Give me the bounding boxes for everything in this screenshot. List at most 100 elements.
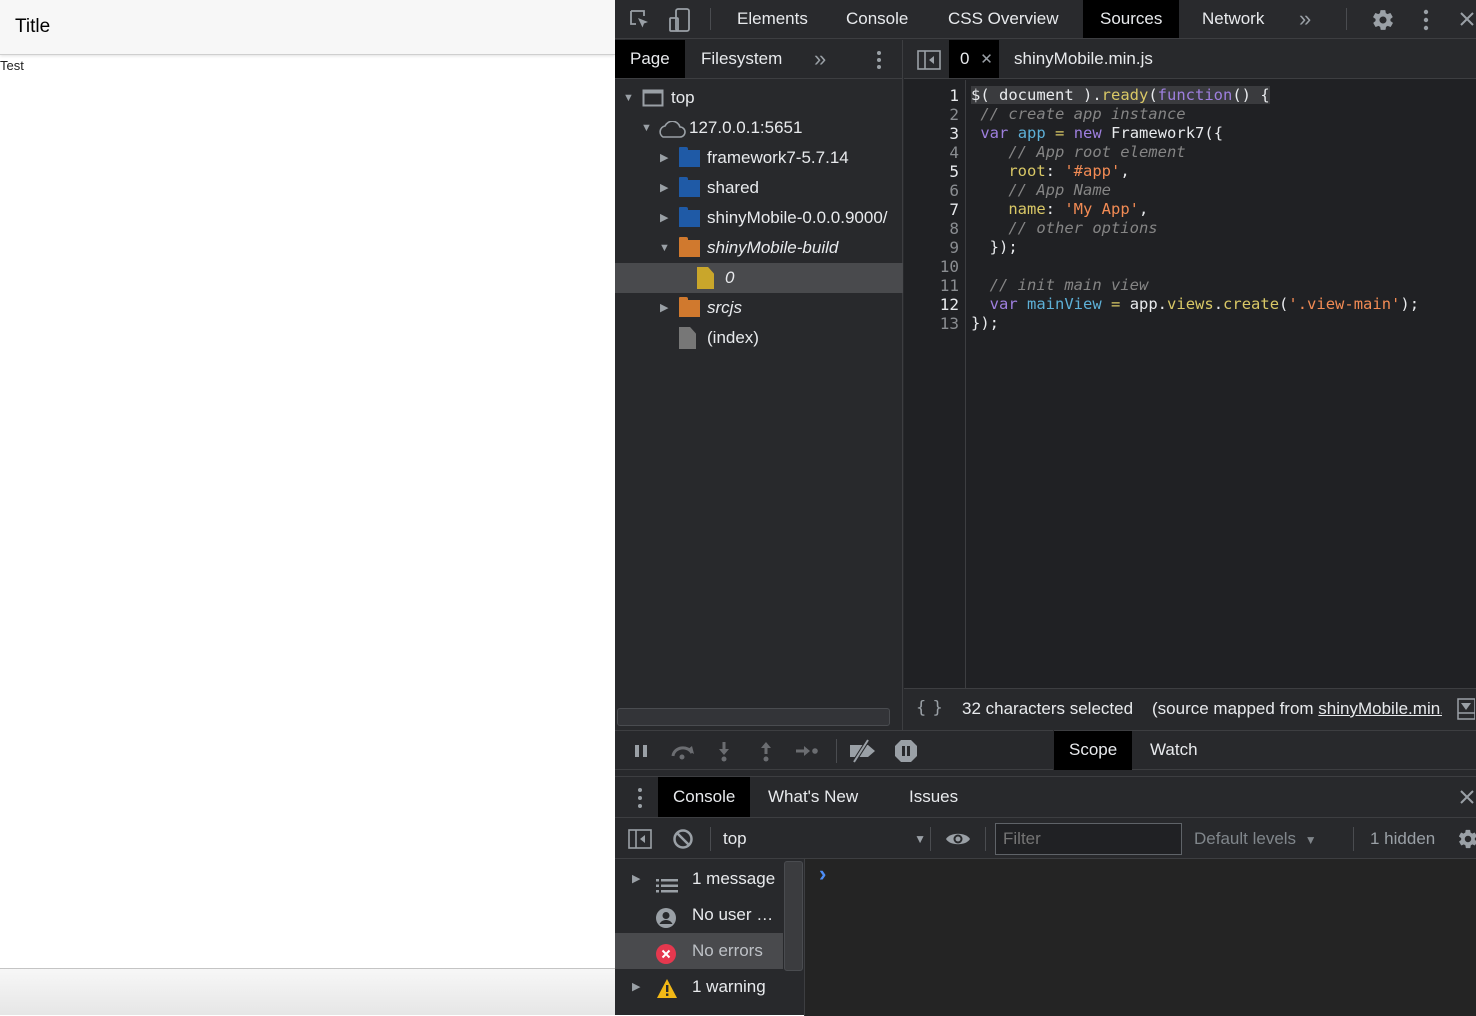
tab-elements[interactable]: Elements bbox=[720, 0, 825, 38]
context-selector[interactable]: top ▼ bbox=[723, 819, 926, 859]
expand-triangle-icon[interactable]: ▼ bbox=[659, 233, 670, 263]
line-number[interactable]: 12 bbox=[940, 295, 959, 314]
collapsed-triangle-icon[interactable]: ▶ bbox=[632, 861, 640, 897]
close-tab-icon[interactable]: ✕ bbox=[980, 51, 993, 68]
toggle-navigator-icon[interactable] bbox=[917, 49, 941, 71]
line-number[interactable]: 3 bbox=[949, 124, 959, 143]
tree-item-folder[interactable]: ▶ shared bbox=[615, 173, 903, 203]
collapsed-triangle-icon[interactable]: ▶ bbox=[660, 143, 668, 173]
log-levels-dropdown[interactable]: Default levels ▼ bbox=[1194, 819, 1317, 859]
collapsed-triangle-icon[interactable]: ▶ bbox=[632, 969, 640, 1005]
source-map-link[interactable]: shinyMobile.min.js bbox=[1318, 699, 1442, 718]
tab-scope[interactable]: Scope bbox=[1054, 731, 1133, 770]
tree-item-file[interactable]: (index) bbox=[615, 323, 903, 353]
tab-console[interactable]: Console bbox=[829, 0, 925, 38]
device-toolbar-icon[interactable] bbox=[669, 8, 691, 32]
pause-on-exceptions-icon[interactable] bbox=[894, 739, 918, 763]
tab-filesystem[interactable]: Filesystem bbox=[686, 40, 797, 78]
pause-icon[interactable] bbox=[633, 743, 649, 759]
deactivate-breakpoints-icon[interactable] bbox=[848, 738, 878, 764]
tab-css-overview[interactable]: CSS Overview bbox=[931, 0, 1076, 38]
pretty-print-icon[interactable]: { } bbox=[916, 698, 943, 718]
line-number[interactable]: 2 bbox=[949, 105, 959, 124]
live-expression-eye-icon[interactable] bbox=[945, 829, 971, 849]
console-sidebar-item-user[interactable]: No user … bbox=[615, 897, 783, 933]
console-settings-gear-icon[interactable] bbox=[1457, 828, 1476, 850]
app-page: Title Test bbox=[0, 0, 615, 1015]
navigator-menu-icon[interactable] bbox=[873, 50, 885, 70]
console-sidebar-item-errors[interactable]: No errors bbox=[615, 933, 783, 969]
tab-watch[interactable]: Watch bbox=[1135, 731, 1213, 769]
line-number[interactable]: 11 bbox=[940, 276, 959, 295]
page-content-text: Test bbox=[0, 58, 24, 73]
line-number-gutter: 1 2 3 4 5 6 7 8 9 10 11 12 13 bbox=[904, 80, 966, 688]
tree-item-file[interactable]: 0 bbox=[615, 263, 903, 293]
tree-item-folder[interactable]: ▶ shinyMobile-0.0.0.9000/ bbox=[615, 203, 903, 233]
tab-sources[interactable]: Sources bbox=[1083, 0, 1180, 38]
toolbar-divider bbox=[710, 8, 711, 30]
inspect-element-icon[interactable] bbox=[629, 9, 651, 31]
console-sidebar-scrollbar[interactable] bbox=[784, 861, 803, 971]
collapsed-triangle-icon[interactable]: ▶ bbox=[660, 293, 668, 323]
line-number[interactable]: 4 bbox=[949, 143, 959, 162]
line-number[interactable]: 10 bbox=[940, 257, 959, 276]
devtools-main-toolbar: Elements Console CSS Overview Sources Ne… bbox=[615, 0, 1476, 39]
console-output[interactable]: › bbox=[805, 859, 1476, 1016]
close-drawer-icon[interactable] bbox=[1459, 789, 1475, 805]
close-devtools-icon[interactable] bbox=[1458, 10, 1476, 28]
tree-item-folder[interactable]: ▶ framework7-5.7.14 bbox=[615, 143, 903, 173]
clear-console-icon[interactable] bbox=[672, 828, 694, 850]
line-number[interactable]: 9 bbox=[949, 238, 959, 257]
drawer-menu-icon[interactable] bbox=[635, 787, 645, 809]
drawer-tab-whats-new[interactable]: What's New bbox=[753, 777, 873, 817]
page-title: Title bbox=[15, 16, 51, 37]
console-sidebar-item-warnings[interactable]: ▶ 1 warning bbox=[615, 969, 783, 1005]
line-number[interactable]: 6 bbox=[949, 181, 959, 200]
tree-label: top bbox=[671, 88, 695, 107]
tree-item-host[interactable]: ▼ 127.0.0.1:5651 bbox=[615, 113, 903, 143]
collapsed-triangle-icon[interactable]: ▶ bbox=[660, 203, 668, 233]
step-into-icon[interactable] bbox=[717, 740, 731, 762]
more-navigator-tabs-icon[interactable]: » bbox=[799, 40, 841, 78]
editor-tab[interactable]: shinyMobile.min.js bbox=[1014, 40, 1153, 78]
code-line: var app = new Framework7({ bbox=[980, 124, 1224, 142]
tab-page[interactable]: Page bbox=[615, 40, 685, 78]
code-line: // init main view bbox=[971, 276, 1149, 294]
console-sidebar-item-messages[interactable]: ▶ 1 message bbox=[615, 861, 783, 897]
devtools-panel: Elements Console CSS Overview Sources Ne… bbox=[615, 0, 1476, 1016]
log-levels-label: Default levels bbox=[1194, 829, 1297, 848]
code-line: }); bbox=[971, 238, 1018, 256]
collapsed-triangle-icon[interactable]: ▶ bbox=[660, 173, 668, 203]
line-number[interactable]: 13 bbox=[940, 314, 959, 333]
toggle-debugger-icon[interactable] bbox=[1457, 698, 1476, 720]
more-tabs-icon[interactable]: » bbox=[1299, 0, 1311, 38]
code-line: root: '#app', bbox=[1008, 162, 1130, 180]
tree-item-folder[interactable]: ▶ srcjs bbox=[615, 293, 903, 323]
console-filter-input[interactable] bbox=[995, 823, 1182, 855]
line-number[interactable]: 8 bbox=[949, 219, 959, 238]
settings-gear-icon[interactable] bbox=[1371, 8, 1395, 32]
expand-triangle-icon[interactable]: ▼ bbox=[623, 83, 634, 113]
drawer-tab-console[interactable]: Console bbox=[658, 777, 751, 817]
tree-item-folder[interactable]: ▼ shinyMobile-build bbox=[615, 233, 903, 263]
step-icon[interactable] bbox=[795, 743, 819, 759]
tab-network[interactable]: Network bbox=[1185, 0, 1281, 38]
step-out-icon[interactable] bbox=[759, 740, 773, 762]
line-number[interactable]: 1 bbox=[949, 86, 959, 105]
more-options-icon[interactable] bbox=[1419, 8, 1433, 32]
tree-item-top[interactable]: ▼ top bbox=[615, 83, 903, 113]
step-over-icon[interactable] bbox=[669, 741, 697, 761]
line-number[interactable]: 7 bbox=[949, 200, 959, 219]
navigator-scrollbar[interactable] bbox=[617, 708, 890, 726]
expand-triangle-icon[interactable]: ▼ bbox=[641, 113, 652, 143]
console-sidebar-label: 1 warning bbox=[692, 977, 766, 996]
toolbar-divider bbox=[710, 827, 711, 851]
editor-tab-active[interactable]: 0 ✕ bbox=[949, 40, 999, 78]
user-icon bbox=[656, 905, 676, 928]
toggle-console-sidebar-icon[interactable] bbox=[628, 828, 652, 850]
toolbar-divider bbox=[1346, 8, 1347, 30]
toolbar-divider bbox=[1353, 827, 1354, 851]
line-number[interactable]: 5 bbox=[949, 162, 959, 181]
drawer-tab-issues[interactable]: Issues bbox=[894, 777, 973, 817]
code-content[interactable]: $( document ).ready(function() { // crea… bbox=[966, 80, 1476, 688]
